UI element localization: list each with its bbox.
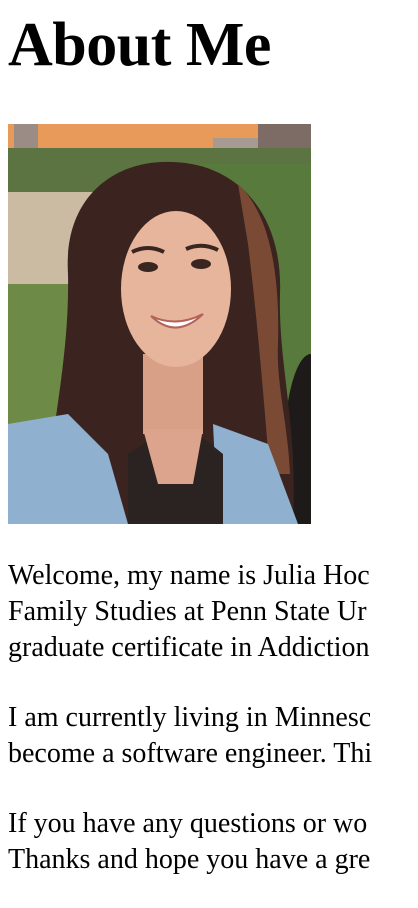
text-line: Welcome, my name is Julia Hoc (8, 560, 370, 591)
contact-paragraph: If you have any questions or wo Thanks a… (8, 806, 418, 878)
text-line: I am currently living in Minnesc (8, 702, 372, 733)
text-line: Family Studies at Penn State Ur (8, 596, 367, 627)
text-line: Thanks and hope you have a gre (8, 844, 371, 875)
portrait-image (8, 124, 311, 524)
profile-photo (8, 124, 311, 524)
page-title: About Me (8, 11, 271, 79)
text-line: graduate certificate in Addiction (8, 632, 370, 663)
text-line: become a software engineer. Thi (8, 738, 373, 769)
about-page: About Me Welcome, my name is Julia Hoc F… (0, 0, 418, 878)
intro-paragraph: Welcome, my name is Julia Hoc Family Stu… (8, 558, 418, 666)
location-paragraph: I am currently living in Minnesc become … (8, 700, 418, 772)
text-line: If you have any questions or wo (8, 808, 368, 839)
